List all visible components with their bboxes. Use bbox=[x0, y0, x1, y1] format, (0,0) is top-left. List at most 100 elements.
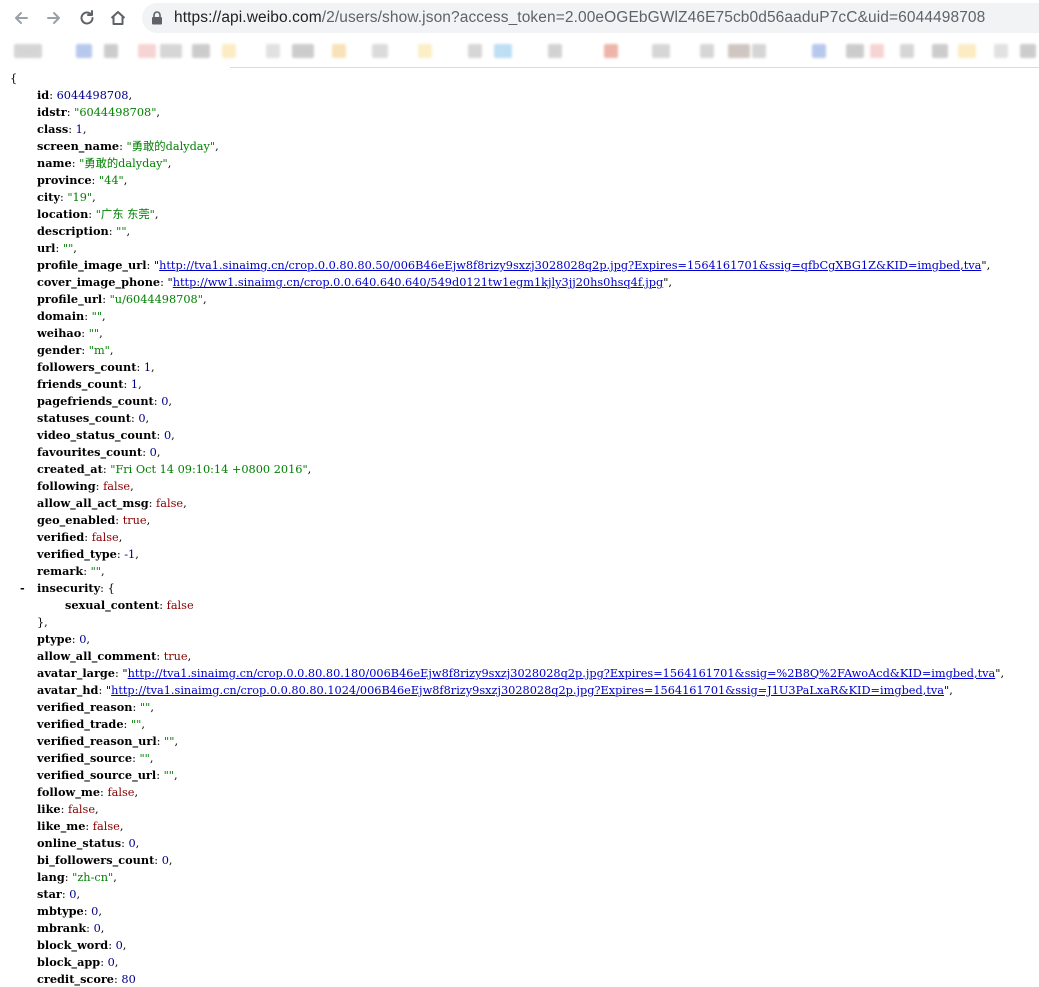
json-punct: , bbox=[668, 276, 672, 289]
bookmark-item[interactable] bbox=[958, 44, 976, 58]
forward-button[interactable] bbox=[43, 7, 65, 29]
bookmark-item[interactable] bbox=[1020, 44, 1036, 58]
address-bar[interactable]: https://api.weibo.com/2/users/show.json?… bbox=[142, 3, 1039, 33]
json-value: "勇敢的dalyday" bbox=[126, 140, 216, 153]
bookmark-item[interactable] bbox=[604, 44, 618, 58]
json-value: false bbox=[92, 820, 120, 833]
reload-button[interactable] bbox=[76, 7, 98, 29]
json-punct: : bbox=[68, 123, 76, 136]
bookmark-item[interactable] bbox=[700, 44, 714, 58]
json-key: cover_image_phone bbox=[37, 275, 161, 289]
json-url-link[interactable]: http://ww1.sinaimg.cn/crop.0.0.640.640.6… bbox=[173, 276, 663, 289]
bookmark-item[interactable] bbox=[812, 44, 826, 58]
bookmark-item[interactable] bbox=[160, 44, 182, 58]
bookmark-item[interactable] bbox=[846, 44, 864, 58]
json-key: online_status bbox=[37, 836, 122, 850]
bookmark-item[interactable] bbox=[752, 44, 766, 58]
json-line: followers_count: 1, bbox=[0, 359, 1039, 376]
json-punct: , bbox=[126, 225, 131, 238]
json-key: verified_reason bbox=[37, 700, 133, 714]
json-key: verified_reason_url bbox=[37, 734, 157, 748]
json-key: credit_score bbox=[37, 972, 114, 986]
json-value: false bbox=[103, 480, 131, 493]
json-key: geo_enabled bbox=[37, 513, 116, 527]
json-line: ptype: 0, bbox=[0, 631, 1039, 648]
bookmark-item[interactable] bbox=[900, 44, 914, 58]
bookmark-item[interactable] bbox=[652, 44, 670, 58]
json-url-link[interactable]: http://tva1.sinaimg.cn/crop.0.0.80.80.10… bbox=[111, 684, 944, 697]
json-line: province: "44", bbox=[0, 172, 1039, 189]
bookmark-item[interactable] bbox=[104, 44, 118, 58]
bookmark-item[interactable] bbox=[870, 44, 884, 58]
json-punct: : bbox=[84, 531, 92, 544]
bookmark-item[interactable] bbox=[192, 44, 210, 58]
json-url-link[interactable]: http://tva1.sinaimg.cn/crop.0.0.80.80.50… bbox=[159, 259, 981, 272]
json-line: like_me: false, bbox=[0, 818, 1039, 835]
collapse-toggle[interactable]: - bbox=[20, 580, 25, 597]
json-key: domain bbox=[37, 309, 85, 323]
bookmark-item[interactable] bbox=[266, 44, 280, 58]
json-punct: : bbox=[83, 565, 91, 578]
bookmark-item[interactable] bbox=[222, 44, 236, 58]
json-punct: , bbox=[150, 701, 154, 714]
json-line: allow_all_act_msg: false, bbox=[0, 495, 1039, 512]
bookmark-item[interactable] bbox=[548, 44, 562, 58]
json-line: follow_me: false, bbox=[0, 784, 1039, 801]
json-line: favourites_count: 0, bbox=[0, 444, 1039, 461]
json-punct: , bbox=[156, 106, 161, 119]
json-key: like bbox=[37, 802, 61, 816]
bookmark-item[interactable] bbox=[372, 44, 388, 58]
home-button[interactable] bbox=[107, 7, 129, 29]
bookmark-item[interactable] bbox=[332, 44, 346, 58]
json-punct: : bbox=[136, 361, 144, 374]
json-punct: : bbox=[60, 803, 69, 816]
bookmark-item[interactable] bbox=[494, 44, 512, 58]
json-line: id: 6044498708, bbox=[0, 87, 1039, 104]
bookmark-item[interactable] bbox=[292, 44, 314, 58]
json-value: "" bbox=[91, 310, 103, 323]
json-key: verified_source_url bbox=[37, 768, 157, 782]
bookmark-item[interactable] bbox=[994, 44, 1008, 58]
json-punct: , bbox=[109, 344, 114, 357]
json-line: name: "勇敢的dalyday", bbox=[0, 155, 1039, 172]
json-punct: , bbox=[986, 259, 991, 272]
json-key: id bbox=[37, 88, 50, 102]
json-punct: : bbox=[156, 650, 164, 663]
bookmark-item[interactable] bbox=[76, 44, 92, 58]
json-line: pagefriends_count: 0, bbox=[0, 393, 1039, 410]
json-punct: , bbox=[174, 769, 178, 782]
bookmarks-bar bbox=[0, 36, 1039, 68]
json-key: weihao bbox=[37, 326, 82, 340]
json-punct: : bbox=[160, 276, 168, 289]
bookmark-item[interactable] bbox=[14, 44, 42, 58]
json-key: url bbox=[37, 241, 56, 255]
json-key: location bbox=[37, 207, 89, 221]
json-value: "u/6044498708" bbox=[109, 293, 203, 306]
bookmark-item[interactable] bbox=[468, 44, 482, 58]
json-punct: , bbox=[146, 514, 151, 527]
json-value: "" bbox=[90, 565, 102, 578]
json-line: { bbox=[0, 70, 1039, 87]
url-text[interactable]: https://api.weibo.com/2/users/show.json?… bbox=[174, 9, 985, 27]
json-url-link[interactable]: http://tva1.sinaimg.cn/crop.0.0.80.80.18… bbox=[128, 667, 996, 680]
json-punct: , bbox=[123, 174, 128, 187]
json-line: verified: false, bbox=[0, 529, 1039, 546]
json-line: verified_trade: "", bbox=[0, 716, 1039, 733]
json-punct: : bbox=[146, 259, 154, 272]
bookmark-item[interactable] bbox=[418, 44, 432, 58]
json-value: "勇敢的dalyday" bbox=[79, 157, 168, 170]
json-line: - insecurity: { bbox=[0, 580, 1039, 597]
bookmark-item[interactable] bbox=[138, 44, 156, 58]
back-button[interactable] bbox=[10, 7, 32, 29]
json-line: verified_source: "", bbox=[0, 750, 1039, 767]
json-punct: : bbox=[95, 480, 104, 493]
json-punct: , bbox=[187, 650, 192, 663]
bookmark-item[interactable] bbox=[932, 44, 948, 58]
bookmark-item[interactable] bbox=[728, 44, 750, 58]
json-line: idstr: "6044498708", bbox=[0, 104, 1039, 121]
json-punct: , bbox=[76, 888, 81, 901]
json-line: mbtype: 0, bbox=[0, 903, 1039, 920]
json-value: 6044498708 bbox=[56, 89, 129, 102]
json-value: 80 bbox=[121, 973, 136, 986]
json-punct: : bbox=[98, 684, 106, 697]
